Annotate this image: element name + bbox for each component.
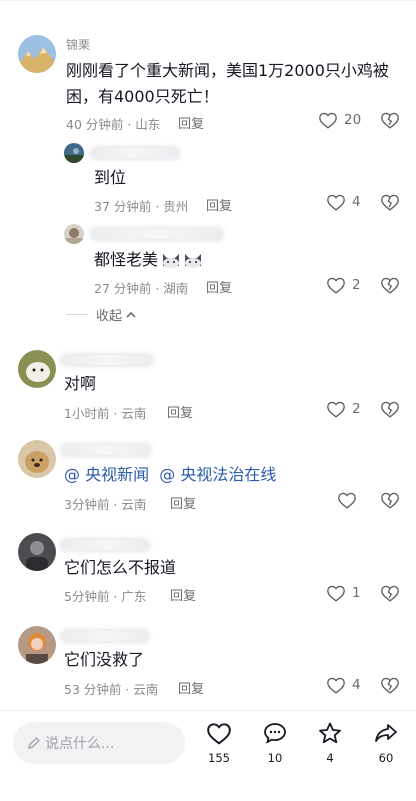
comment-post-button[interactable]: 10	[255, 721, 295, 765]
like-button[interactable]: 2	[326, 400, 361, 418]
comment-text: 到位	[94, 168, 127, 187]
comment-text: 对啊	[64, 374, 97, 393]
like-count: 20	[344, 112, 362, 128]
top-divider	[0, 0, 416, 1]
comment-text: @ 央视新闻 @ 央视法治在线	[64, 462, 276, 488]
username-redacted	[62, 445, 150, 455]
dislike-heart-icon	[381, 585, 399, 602]
star-icon	[319, 722, 341, 744]
dislike-button[interactable]	[380, 491, 400, 513]
comment-meta: 3分钟前 · 云南	[64, 497, 147, 512]
like-count: 1	[352, 585, 361, 601]
comment-text: 刚刚看了个重大新闻，美国1万2000只小鸡被困，有4000只死亡！	[66, 61, 389, 106]
like-count: 4	[352, 194, 361, 210]
dislike-heart-icon	[381, 112, 399, 129]
dislike-button[interactable]	[380, 111, 400, 133]
dislike-heart-icon	[381, 492, 399, 509]
avatar[interactable]	[64, 143, 84, 163]
collapse-label: 收起	[96, 309, 123, 324]
comment-meta: 53 分钟前 · 云南	[64, 682, 159, 697]
comment-text: 都怪老美	[94, 250, 159, 269]
collapse-divider	[66, 314, 88, 315]
like-button[interactable]: 2	[326, 276, 361, 294]
chevron-up-icon	[126, 311, 136, 318]
heart-icon	[327, 677, 345, 694]
cat-face-emoji-icon	[185, 254, 202, 268]
avatar[interactable]	[18, 440, 56, 478]
like-button[interactable]	[337, 491, 357, 509]
dislike-button[interactable]	[380, 584, 400, 606]
heart-icon	[327, 585, 345, 602]
mention-link[interactable]: @ 央视新闻	[64, 465, 149, 484]
reply-button[interactable]: 回复	[206, 195, 232, 214]
username[interactable]: 锦栗	[66, 36, 90, 53]
favorite-post-button[interactable]: 4	[310, 721, 350, 765]
username-redacted	[62, 355, 152, 365]
like-count: 2	[352, 401, 361, 417]
cat-face-emoji-icon	[163, 254, 180, 268]
comment-meta: 40 分钟前 · 山东	[66, 117, 161, 132]
pencil-icon	[28, 737, 40, 749]
heart-icon	[207, 723, 231, 745]
avatar[interactable]	[18, 350, 56, 388]
like-button[interactable]: 20	[318, 111, 361, 129]
comment-bubble-icon	[264, 723, 286, 744]
comment-text-row: 都怪老美	[94, 247, 203, 273]
avatar[interactable]	[18, 626, 56, 664]
heart-icon	[319, 112, 337, 129]
comment-meta: 1小时前 · 云南	[64, 406, 147, 421]
reply-button[interactable]: 回复	[167, 402, 193, 421]
reply-button[interactable]: 回复	[206, 277, 232, 296]
like-button[interactable]: 4	[326, 676, 361, 694]
like-post-button[interactable]: 155	[199, 721, 239, 765]
heart-icon	[327, 401, 345, 418]
like-button[interactable]: 4	[326, 193, 361, 211]
dislike-button[interactable]	[380, 400, 400, 422]
mention-link[interactable]: @ 央视法治在线	[159, 465, 276, 484]
comment-meta: 37 分钟前 · 贵州	[94, 199, 189, 214]
avatar[interactable]	[64, 224, 84, 244]
comment-input-placeholder: 说点什么...	[45, 736, 115, 752]
username-redacted	[62, 540, 148, 550]
dislike-button[interactable]	[380, 276, 400, 298]
like-count: 2	[352, 277, 361, 293]
favorite-post-count: 4	[326, 751, 334, 765]
share-arrow-icon	[375, 724, 397, 742]
comment-input[interactable]: 说点什么...	[13, 722, 185, 764]
reply-button[interactable]: 回复	[178, 113, 204, 132]
avatar[interactable]	[18, 35, 56, 73]
comment-text: 它们怎么不报道	[64, 558, 177, 577]
dislike-heart-icon	[381, 677, 399, 694]
heart-icon	[327, 277, 345, 294]
reply-button[interactable]: 回复	[170, 585, 196, 604]
reply-button[interactable]: 回复	[170, 493, 196, 512]
username-redacted	[92, 148, 178, 158]
dislike-button[interactable]	[380, 193, 400, 215]
reply-button[interactable]: 回复	[178, 678, 204, 697]
username-redacted	[62, 631, 148, 641]
like-button[interactable]: 1	[326, 584, 361, 602]
like-post-count: 155	[208, 751, 230, 765]
share-post-count: 60	[378, 751, 394, 765]
comment-meta: 27 分钟前 · 湖南	[94, 281, 189, 296]
dislike-button[interactable]	[380, 676, 400, 698]
comment-meta: 5分钟前 · 广东	[64, 589, 147, 604]
heart-icon	[327, 194, 345, 211]
avatar[interactable]	[18, 533, 56, 571]
username-redacted	[92, 229, 222, 239]
dislike-heart-icon	[381, 277, 399, 294]
heart-icon	[338, 492, 356, 509]
collapse-replies-button[interactable]: 收起	[66, 305, 137, 324]
dislike-heart-icon	[381, 401, 399, 418]
comment-text: 它们没救了	[64, 650, 145, 669]
share-post-button[interactable]: 60	[366, 721, 406, 765]
dislike-heart-icon	[381, 194, 399, 211]
comment-post-count: 10	[267, 751, 283, 765]
like-count: 4	[352, 677, 361, 693]
